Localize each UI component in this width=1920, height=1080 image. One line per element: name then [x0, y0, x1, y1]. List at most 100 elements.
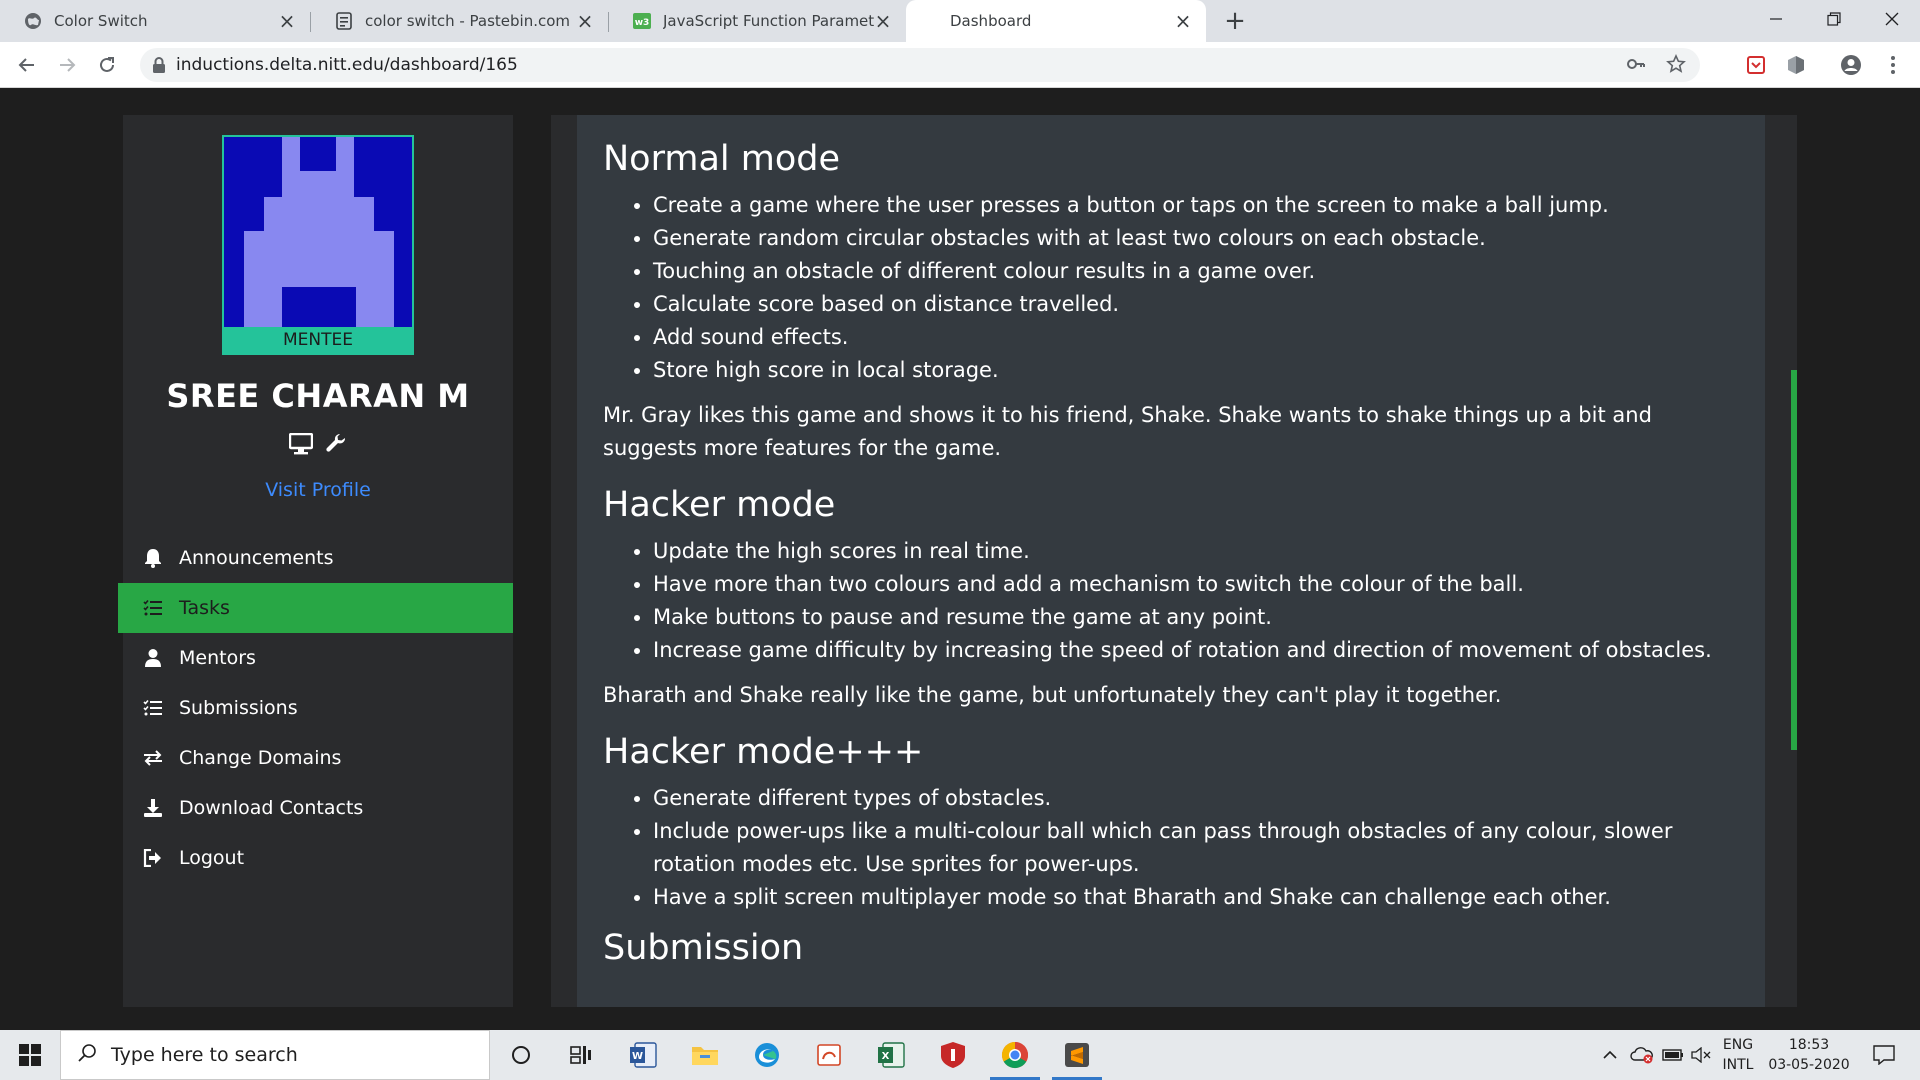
sidebar-menu: Announcements Tasks Mentors Submissions	[118, 533, 513, 883]
avatar-pixel	[244, 231, 394, 287]
taskbar-app-edge[interactable]	[736, 1030, 798, 1080]
keyboard-layout: INTL	[1722, 1057, 1754, 1073]
start-button[interactable]	[0, 1030, 60, 1080]
taskbar-search-box[interactable]: Type here to search	[60, 1030, 490, 1080]
reload-button[interactable]	[92, 50, 122, 80]
onedrive-tray-button[interactable]	[1628, 1030, 1656, 1080]
domain-icons	[123, 432, 513, 459]
sidebar-item-announcements[interactable]: Announcements	[123, 533, 513, 583]
tasks-icon	[141, 596, 165, 620]
tab-title: JavaScript Function Parameters	[663, 12, 874, 30]
tab-color-switch[interactable]: Color Switch ×	[0, 0, 310, 42]
taskbar-app-excel[interactable]: X	[860, 1030, 922, 1080]
close-tab-icon[interactable]: ×	[278, 9, 296, 33]
forward-button[interactable]	[52, 50, 82, 80]
taskbar-app-chrome[interactable]	[984, 1030, 1046, 1080]
taskbar-app-sublime-text[interactable]	[1046, 1030, 1108, 1080]
scrollbar-thumb[interactable]	[1791, 370, 1797, 750]
download-icon	[141, 796, 165, 820]
address-bar[interactable]: inductions.delta.nitt.edu/dashboard/165	[140, 48, 1700, 82]
language-code: ENG	[1722, 1037, 1754, 1053]
avatar-pixel	[336, 137, 354, 171]
section-heading-hacker-mode: Hacker mode	[603, 485, 836, 525]
clock[interactable]: 18:53 03-05-2020	[1762, 1030, 1856, 1080]
sidebar-item-change-domains[interactable]: Change Domains	[123, 733, 513, 783]
taskbar-app-file-explorer[interactable]	[674, 1030, 736, 1080]
folder-icon	[692, 1047, 718, 1065]
close-tab-icon[interactable]: ×	[874, 9, 892, 33]
restore-button[interactable]	[1806, 0, 1862, 38]
pastebin-icon	[335, 12, 353, 30]
list-icon	[141, 696, 165, 720]
battery-tray-button[interactable]	[1660, 1030, 1686, 1080]
task-description[interactable]: Normal mode Create a game where the user…	[577, 115, 1765, 1007]
action-center-button[interactable]	[1864, 1030, 1904, 1080]
user-name: SREE CHARAN M	[166, 377, 470, 415]
sidebar-item-logout[interactable]: Logout	[123, 833, 513, 883]
url-text: inductions.delta.nitt.edu/dashboard/165	[176, 55, 518, 75]
back-button[interactable]	[12, 50, 42, 80]
tab-js-function-parameters[interactable]: w3 JavaScript Function Parameters ×	[609, 0, 906, 42]
scrollbar[interactable]	[1791, 115, 1797, 1007]
avatar-pixel	[356, 287, 394, 327]
paragraph: Bharath and Shake really like the game, …	[603, 683, 1502, 707]
chevron-up-icon	[1603, 1050, 1617, 1059]
pocket-extension-icon[interactable]	[1745, 54, 1767, 76]
sidebar-item-tasks[interactable]: Tasks	[118, 583, 513, 633]
close-window-button[interactable]	[1864, 0, 1920, 38]
page: MENTEE SREE CHARAN M Visit Profile Annou…	[0, 89, 1920, 1030]
show-hidden-icons-button[interactable]	[1598, 1030, 1622, 1080]
visit-profile-link[interactable]: Visit Profile	[123, 479, 513, 501]
avatar-pixel	[282, 137, 300, 171]
browser-tabstrip: Color Switch × color switch - Pastebin.c…	[0, 0, 1920, 42]
volume-muted-icon	[1691, 1047, 1711, 1063]
taskbar-app-reader[interactable]	[798, 1030, 860, 1080]
browser-toolbar: inductions.delta.nitt.edu/dashboard/165	[0, 42, 1920, 88]
sidebar-item-label: Change Domains	[179, 747, 342, 769]
list-item: Have more than two colours and add a mec…	[653, 568, 1739, 601]
search-placeholder: Type here to search	[111, 1044, 298, 1066]
section-heading-hacker-mode-plus: Hacker mode+++	[603, 732, 924, 772]
tab-pastebin[interactable]: color switch - Pastebin.com ×	[311, 0, 608, 42]
sidebar-item-label: Download Contacts	[179, 797, 364, 819]
profile-icon[interactable]	[1840, 54, 1862, 76]
taskbar-app-word[interactable]: W	[612, 1030, 674, 1080]
svg-text:X: X	[882, 1051, 890, 1062]
new-tab-button[interactable]: +	[1220, 6, 1250, 36]
list-item: Create a game where the user presses a b…	[653, 189, 1739, 222]
excel-icon: X	[878, 1042, 905, 1068]
word-icon: W	[630, 1042, 657, 1068]
sidebar-item-submissions[interactable]: Submissions	[123, 683, 513, 733]
key-icon[interactable]	[1626, 54, 1646, 78]
volume-tray-button[interactable]	[1688, 1030, 1714, 1080]
close-tab-icon[interactable]: ×	[576, 9, 594, 33]
hacker-mode-plus-list: Generate different types of obstacles. I…	[653, 782, 1739, 914]
shield-extension-icon[interactable]	[1785, 54, 1807, 76]
tab-dashboard[interactable]: Dashboard ×	[906, 0, 1206, 42]
minimize-button[interactable]	[1748, 0, 1804, 38]
tab-title: Dashboard	[950, 12, 1032, 30]
menu-kebab-icon[interactable]	[1882, 54, 1904, 76]
taskbar-app-shield[interactable]	[922, 1030, 984, 1080]
hacker-mode-list: Update the high scores in real time. Hav…	[653, 535, 1739, 667]
task-view-button[interactable]	[550, 1030, 612, 1080]
task-view-icon	[570, 1046, 591, 1064]
windows-taskbar: Type here to search W X ENG INTL 18:53 0…	[0, 1030, 1920, 1080]
list-item: Store high score in local storage.	[653, 354, 1739, 387]
close-tab-icon[interactable]: ×	[1174, 9, 1192, 33]
cortana-button[interactable]	[490, 1030, 552, 1080]
list-item: Include power-ups like a multi-colour ba…	[653, 815, 1739, 881]
sidebar-item-mentors[interactable]: Mentors	[123, 633, 513, 683]
swap-icon	[141, 746, 165, 770]
bookmark-star-icon[interactable]	[1666, 54, 1686, 78]
list-item: Have a split screen multiplayer mode so …	[653, 881, 1739, 914]
avatar-pixel	[264, 197, 374, 231]
sidebar-item-label: Tasks	[179, 597, 230, 619]
arrow-right-icon	[60, 58, 76, 72]
language-indicator[interactable]: ENG INTL	[1718, 1030, 1758, 1080]
sidebar-item-download-contacts[interactable]: Download Contacts	[123, 783, 513, 833]
tab-title: Color Switch	[54, 12, 148, 30]
edge-icon	[755, 1043, 779, 1067]
arrow-left-icon	[18, 58, 34, 72]
avatar: MENTEE	[222, 135, 414, 355]
